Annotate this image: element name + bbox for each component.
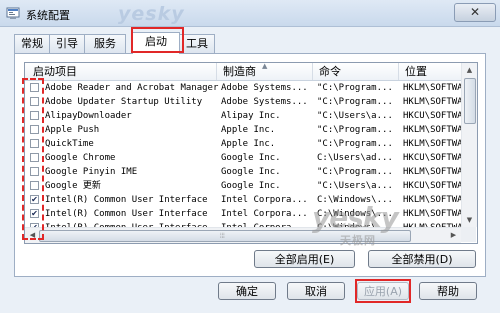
startup-item-manufacturer: Adobe Systems... <box>221 97 308 107</box>
help-button[interactable]: 帮助 <box>419 282 477 300</box>
startup-item-location: HKLM\SOFTWAR <box>403 125 461 135</box>
table-row[interactable]: Adobe Reader and Acrobat Manager Adobe Sy… <box>25 81 461 95</box>
startup-item-name: QuickTime <box>45 139 94 149</box>
startup-item-command: "C:\Program... <box>317 97 393 107</box>
grip-icon: ⦙⦙⦙ <box>220 232 225 240</box>
startup-item-location: HKLM\SOFTWAR <box>403 195 461 205</box>
table-row[interactable]: AlipayDownloader Alipay Inc. "C:\Users\a..… <box>25 109 461 123</box>
ok-button[interactable]: 确定 <box>218 282 276 300</box>
table-row[interactable]: Google Chrome Google Inc. C:\Users\ad... HK… <box>25 151 461 165</box>
startup-item-location: HKLM\SOFTWAR <box>403 167 461 177</box>
scroll-up-icon[interactable]: ▲ <box>462 63 477 77</box>
startup-item-location: HKCU\SOFTWAR <box>403 111 461 121</box>
disable-all-button[interactable]: 全部禁用(D) <box>368 250 476 268</box>
close-icon: ✕ <box>469 5 481 19</box>
startup-item-name: Google Chrome <box>45 153 116 163</box>
startup-item-command: "C:\Users\a... <box>317 111 393 121</box>
startup-item-command: "C:\Program... <box>317 125 393 135</box>
vertical-scrollbar[interactable]: ▲ ▼ <box>461 63 477 227</box>
column-header-startup-item[interactable]: 启动项目 <box>25 63 217 80</box>
startup-item-manufacturer: Google Inc. <box>221 153 281 163</box>
startup-item-command: "C:\Program... <box>317 139 393 149</box>
startup-item-name: Google 更新 <box>45 181 101 191</box>
apply-button-highlight <box>355 279 411 303</box>
startup-item-manufacturer: Intel Corpora... <box>221 209 308 219</box>
tab-startup-highlight <box>131 27 184 53</box>
startup-item-location: HKLM\SOFTWAR <box>403 139 461 149</box>
window-title: 系统配置 <box>26 9 70 22</box>
startup-item-command: "C:\Program... <box>317 167 393 177</box>
startup-list[interactable]: 启动项目 制造商 命令 位置 ▲ Adobe Reader and Acroba… <box>24 62 478 244</box>
startup-item-name: Intel(R) Common User Interface <box>45 209 208 219</box>
table-row[interactable]: QuickTime Apple Inc. "C:\Program... HKLM\SO… <box>25 137 461 151</box>
table-row[interactable]: Google Pinyin IME Google Inc. "C:\Program.… <box>25 165 461 179</box>
startup-item-location: HKCU\SOFTWAR <box>403 181 461 191</box>
table-row[interactable]: Google 更新 Google Inc. "C:\Users\a... HKCU\S… <box>25 179 461 193</box>
close-button[interactable]: ✕ <box>454 3 496 22</box>
startup-item-name: Apple Push <box>45 125 100 135</box>
startup-item-manufacturer: Adobe Systems... <box>221 83 308 93</box>
tab-services[interactable]: 服务 <box>84 34 126 53</box>
column-header-command[interactable]: 命令 <box>313 63 399 80</box>
startup-item-manufacturer: Apple Inc. <box>221 139 276 149</box>
tab-boot[interactable]: 引导 <box>49 34 85 53</box>
vertical-scroll-thumb[interactable] <box>464 78 476 124</box>
sort-arrow-icon: ▲ <box>262 62 268 70</box>
table-row[interactable]: Adobe Updater Startup Utility Adobe Syste… <box>25 95 461 109</box>
enable-all-button[interactable]: 全部启用(E) <box>254 250 355 268</box>
startup-item-command: "C:\Program... <box>317 83 393 93</box>
startup-item-manufacturer: Apple Inc. <box>221 125 276 135</box>
watermark-top: yesky <box>118 3 185 25</box>
watermark-caption: 天极网 <box>340 234 376 247</box>
startup-item-location: HKCU\SOFTWAR <box>403 153 461 163</box>
column-header-location[interactable]: 位置 <box>399 63 461 80</box>
startup-item-command: "C:\Users\a... <box>317 181 393 191</box>
list-header: 启动项目 制造商 命令 位置 ▲ <box>25 63 461 81</box>
startup-item-name: AlipayDownloader <box>45 111 132 121</box>
system-config-icon <box>6 7 20 19</box>
startup-item-manufacturer: Intel Corpora... <box>221 195 308 205</box>
tab-tools[interactable]: 工具 <box>179 34 215 53</box>
scroll-down-icon[interactable]: ▼ <box>462 213 477 227</box>
startup-item-name: Adobe Updater Startup Utility <box>45 97 203 107</box>
tab-general[interactable]: 常规 <box>14 34 50 53</box>
checkbox-column-highlight <box>22 78 44 240</box>
scroll-right-icon[interactable]: ▶ <box>446 228 461 242</box>
startup-item-manufacturer: Google Inc. <box>221 181 281 191</box>
startup-item-name: Adobe Reader and Acrobat Manager <box>45 83 219 93</box>
scroll-corner <box>461 227 476 242</box>
watermark-logo: yesky <box>312 201 399 234</box>
startup-item-manufacturer: Google Inc. <box>221 167 281 177</box>
cancel-button[interactable]: 取消 <box>287 282 345 300</box>
startup-item-command: C:\Users\ad... <box>317 153 393 163</box>
startup-item-location: HKLM\SOFTWAR <box>403 97 461 107</box>
startup-item-location: HKLM\SOFTWAR <box>403 209 461 219</box>
startup-item-manufacturer: Alipay Inc. <box>221 111 281 121</box>
startup-item-name: Google Pinyin IME <box>45 167 138 177</box>
startup-item-location: HKLM\SOFTWAR <box>403 83 461 93</box>
table-row[interactable]: Apple Push Apple Inc. "C:\Program... HKLM\S… <box>25 123 461 137</box>
startup-item-name: Intel(R) Common User Interface <box>45 195 208 205</box>
title-bar: 系统配置 yesky ✕ <box>0 0 500 27</box>
